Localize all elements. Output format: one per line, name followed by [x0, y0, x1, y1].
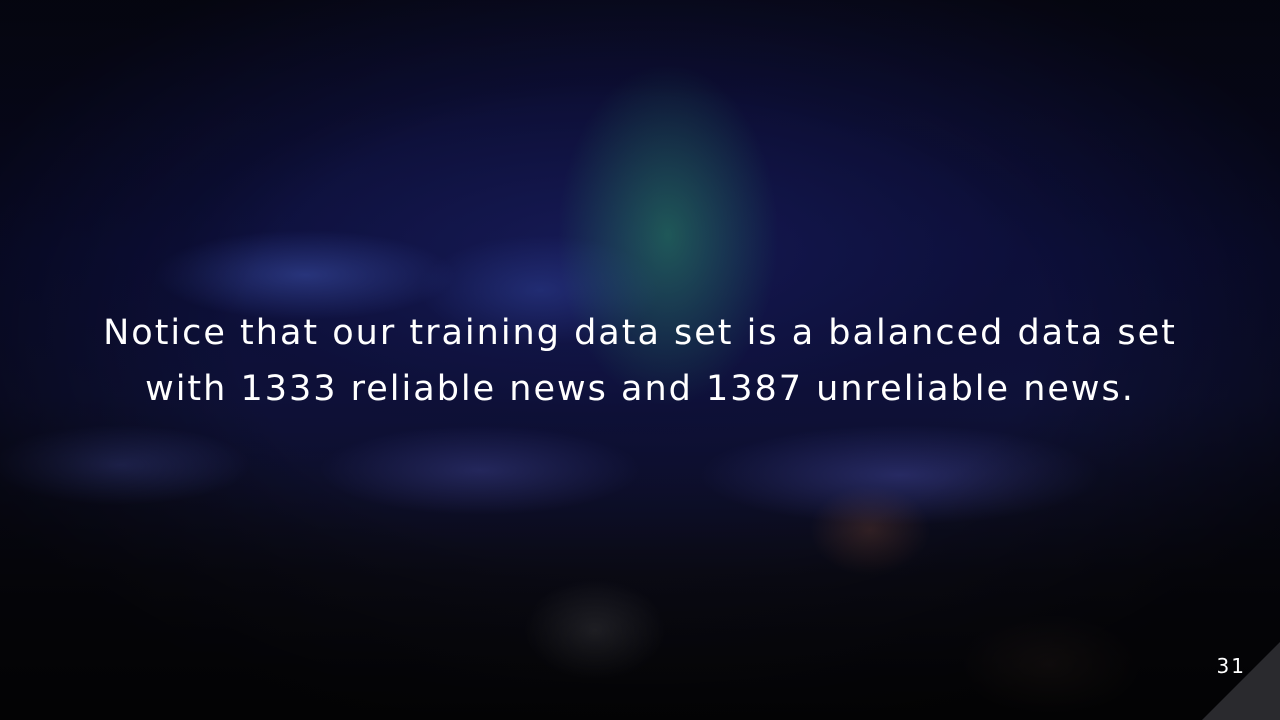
- slide-number: 31: [1216, 654, 1246, 678]
- presentation-slide: Notice that our training data set is a b…: [0, 0, 1280, 720]
- slide-body-text: Notice that our training data set is a b…: [40, 305, 1240, 417]
- slide-text-line-2: with 1333 reliable news and 1387 unrelia…: [145, 369, 1135, 409]
- slide-text-line-1: Notice that our training data set is a b…: [103, 313, 1177, 353]
